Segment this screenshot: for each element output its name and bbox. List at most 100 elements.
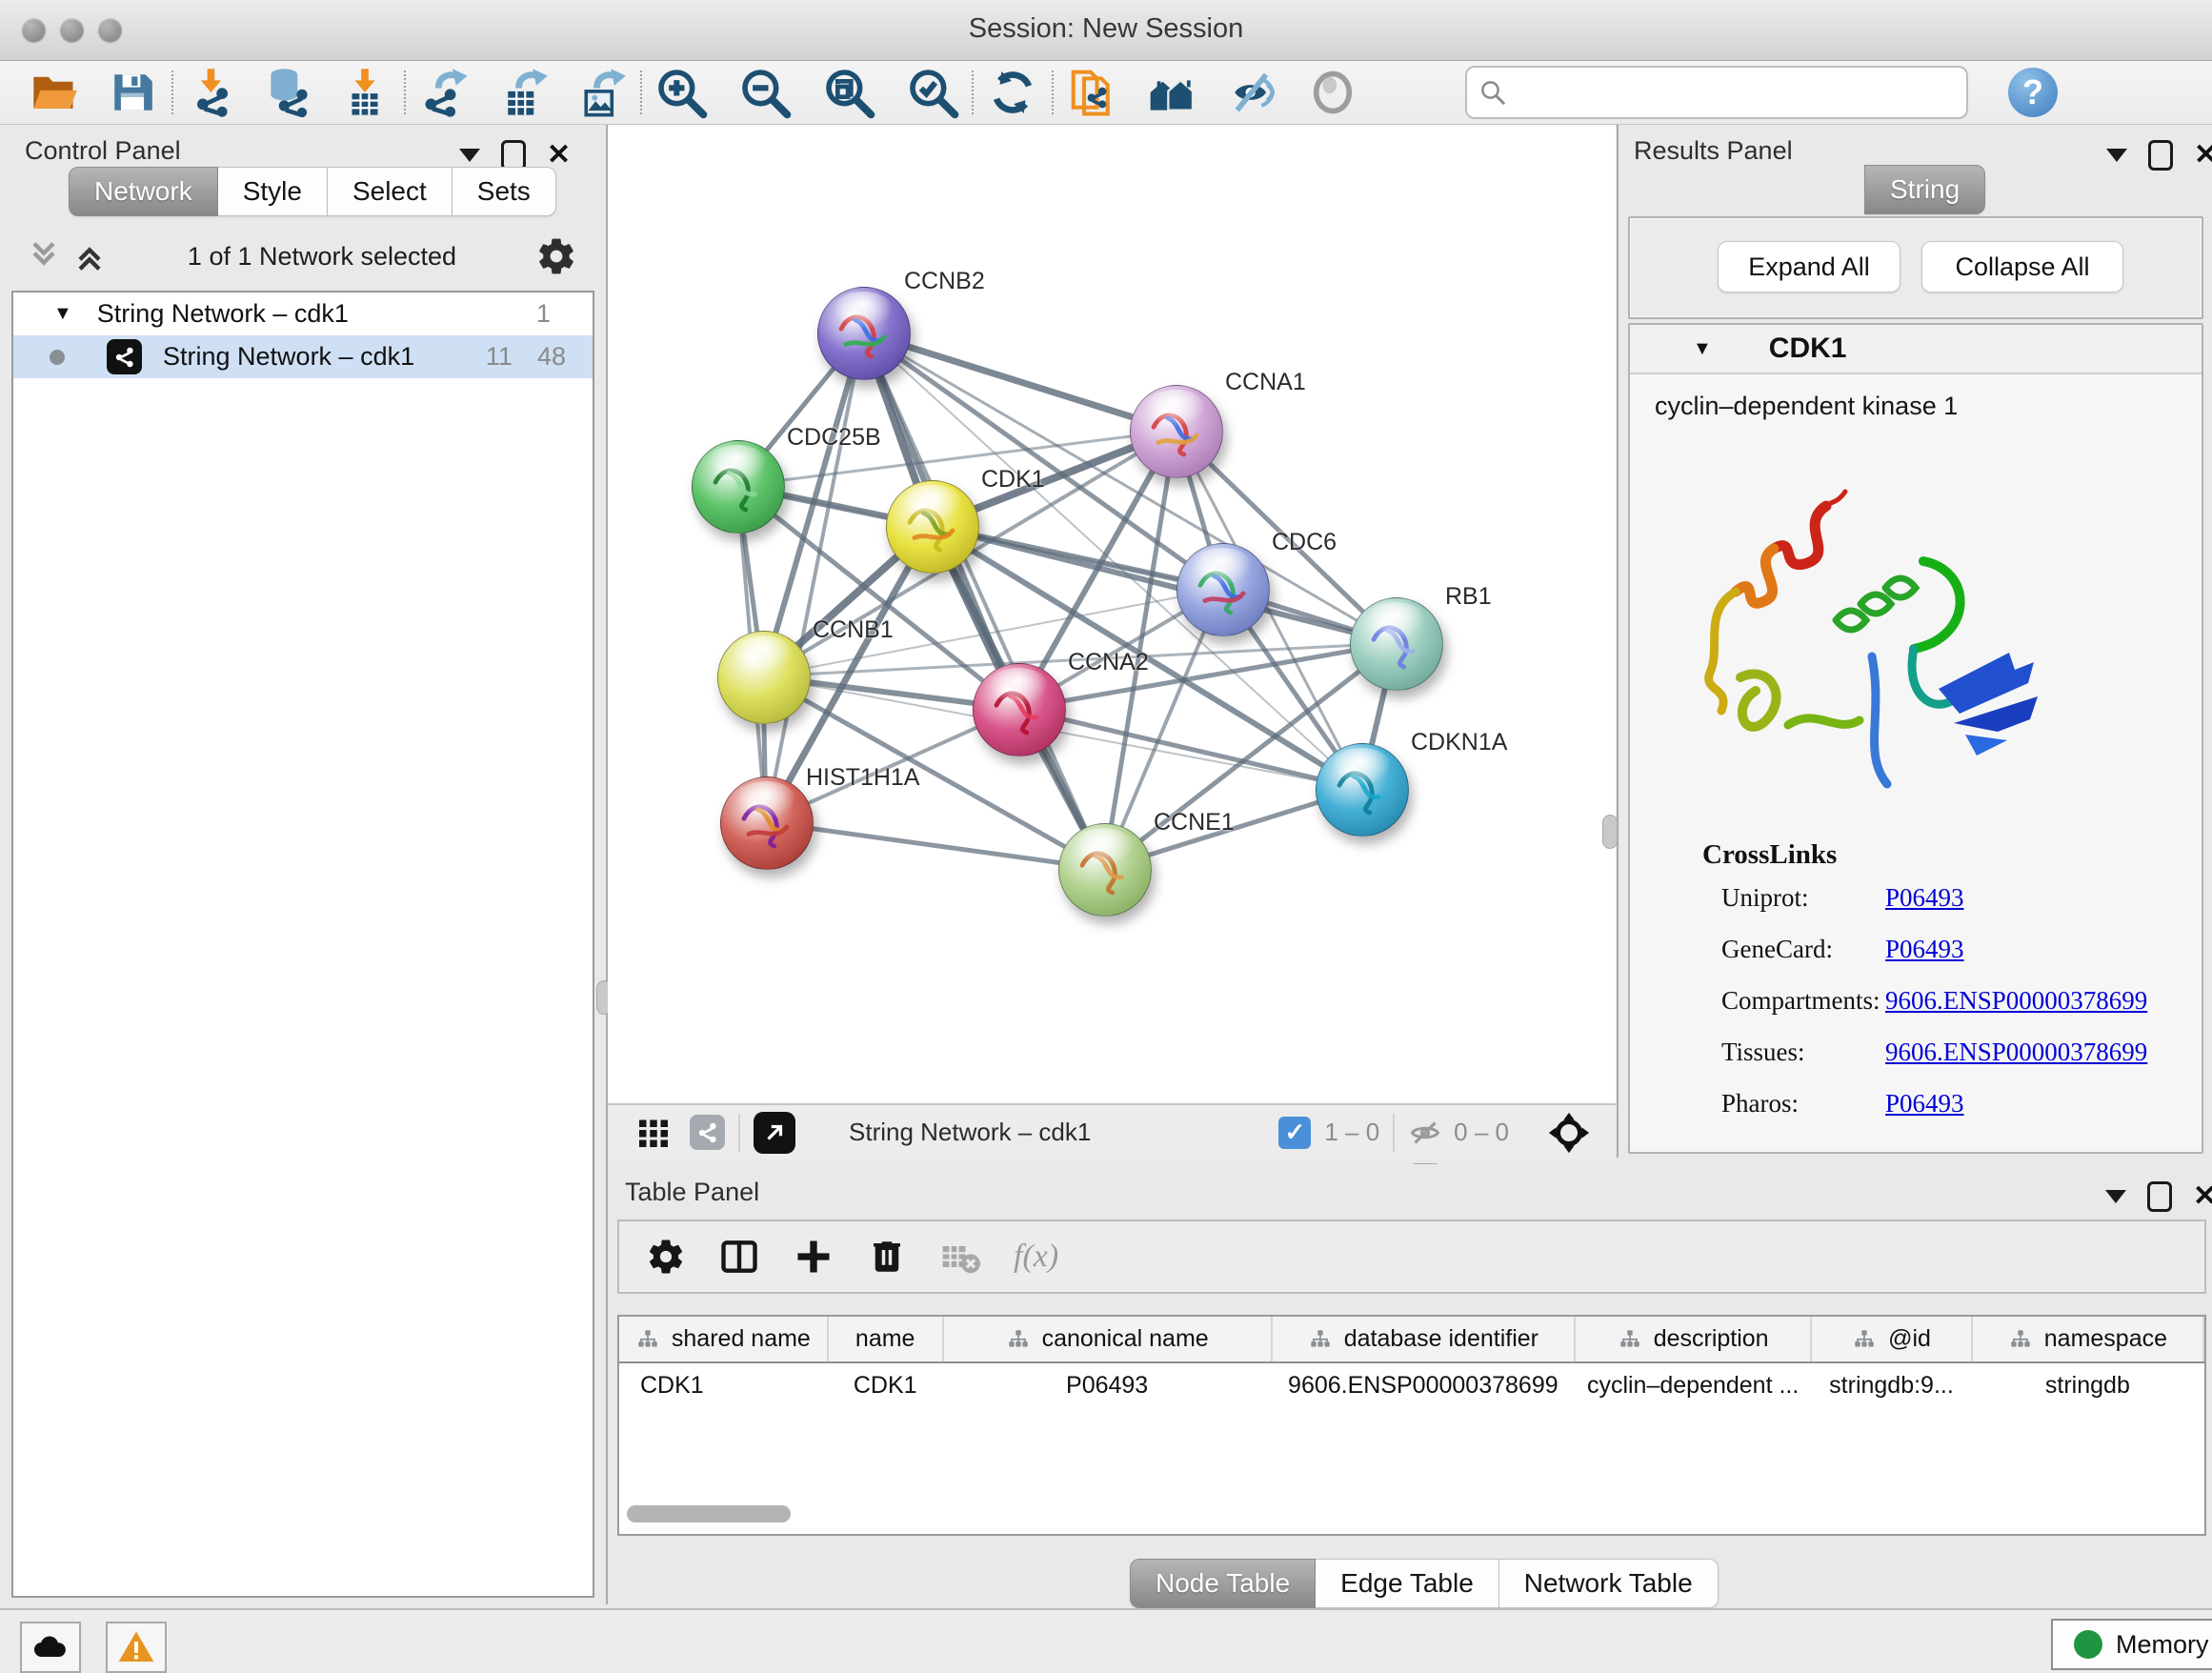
fit-selected-crosshair-icon[interactable] (1547, 1111, 1591, 1155)
control-panel-tabset: NetworkStyleSelectSets (69, 167, 556, 216)
crosslink-link[interactable]: P06493 (1885, 883, 1964, 912)
expand-all-button[interactable]: Expand All (1718, 241, 1900, 292)
zoom-out-icon[interactable] (737, 65, 793, 120)
network-from-clipboard-icon[interactable] (1065, 65, 1120, 120)
crosslink-link[interactable]: P06493 (1885, 1089, 1964, 1118)
panel-collapse-icon[interactable] (459, 149, 480, 162)
cell--id[interactable]: stringdb:9... (1811, 1362, 1972, 1407)
cloud-status-button[interactable] (20, 1622, 81, 1673)
column-header-name[interactable]: name (828, 1317, 943, 1362)
network-row-selected[interactable]: String Network – cdk1 11 48 (13, 335, 593, 378)
refresh-network-icon[interactable] (985, 65, 1040, 120)
tab-sets[interactable]: Sets (452, 167, 556, 216)
export-network-icon[interactable] (417, 65, 473, 120)
panel-close-icon[interactable]: ✕ (547, 141, 571, 170)
open-in-new-window-icon[interactable] (754, 1112, 795, 1154)
zoom-fit-content-icon[interactable] (821, 65, 876, 120)
warnings-button[interactable] (106, 1622, 167, 1673)
column-header-description[interactable]: description (1575, 1317, 1811, 1362)
collapse-all-button[interactable]: Collapse All (1921, 241, 2123, 292)
tree-expander-icon[interactable]: ▼ (53, 303, 72, 325)
panel-collapse-icon[interactable] (2106, 149, 2127, 162)
column-header-database-identifier[interactable]: database identifier (1272, 1317, 1575, 1362)
node-CCNB2[interactable] (817, 287, 911, 380)
search-input[interactable] (1465, 66, 1968, 119)
grid-view-icon[interactable] (636, 1116, 671, 1150)
network-collection-count: 1 (536, 299, 551, 329)
right-splitter-grip[interactable] (1602, 815, 1618, 849)
tab-network-table[interactable]: Network Table (1499, 1559, 1719, 1608)
network-options-gear-icon[interactable] (535, 235, 577, 277)
export-table-icon[interactable] (495, 65, 551, 120)
network-collection-label: String Network – cdk1 (97, 299, 349, 329)
column-namespace-icon (2008, 1327, 2033, 1352)
protein-thumbnail-icon (1177, 544, 1269, 635)
function-builder-icon: f(x) (1014, 1239, 1058, 1275)
cell-description[interactable]: cyclin–dependent ... (1575, 1362, 1811, 1407)
cell-database-identifier[interactable]: 9606.ENSP00000378699 (1272, 1362, 1575, 1407)
help-button[interactable]: ? (2008, 68, 2058, 117)
import-table-file-icon[interactable] (337, 65, 392, 120)
node-CCNA2[interactable] (973, 663, 1066, 756)
hide-selected-icon[interactable] (1225, 65, 1280, 120)
show-all-hidden-icon[interactable] (1305, 65, 1360, 120)
tab-select[interactable]: Select (328, 167, 452, 216)
cell-shared-name[interactable]: CDK1 (619, 1362, 828, 1407)
delete-column-icon[interactable] (867, 1237, 907, 1277)
column-header--id[interactable]: @id (1811, 1317, 1972, 1362)
cdk1-section-header[interactable]: ▼ CDK1 (1630, 325, 2202, 374)
panel-float-icon[interactable] (2148, 140, 2173, 171)
node-CDC25B[interactable] (692, 440, 785, 534)
horizontal-scrollbar-thumb[interactable] (627, 1505, 791, 1522)
collapse-all-icon[interactable] (25, 237, 63, 275)
memory-button[interactable]: Memory (2051, 1619, 2212, 1670)
selected-nodes-checkbox-icon[interactable]: ✓ (1278, 1117, 1311, 1149)
cell-canonical-name[interactable]: P06493 (943, 1362, 1272, 1407)
save-session-icon[interactable] (105, 65, 160, 120)
tab-style[interactable]: Style (218, 167, 328, 216)
zoom-in-icon[interactable] (654, 65, 709, 120)
node-CDC6[interactable] (1176, 543, 1270, 636)
expand-all-icon[interactable] (70, 237, 109, 275)
node-CDKN1A[interactable] (1316, 743, 1409, 836)
tab-string[interactable]: String (1864, 165, 1985, 214)
column-header-shared-name[interactable]: shared name (619, 1317, 828, 1362)
node-CCNA1[interactable] (1130, 385, 1223, 478)
crosslink-row-tissues: Tissues:9606.ENSP00000378699 (1721, 1038, 2147, 1067)
node-label-CDC6: CDC6 (1272, 529, 1337, 556)
network-canvas[interactable]: CCNB2CCNA1CDC25BCDK1CDC6RB1CCNB1CCNA2CDK… (608, 125, 1616, 1103)
string-home-icon[interactable] (1145, 65, 1200, 120)
crosslink-link[interactable]: 9606.ENSP00000378699 (1885, 986, 2147, 1015)
import-network-file-icon[interactable] (185, 65, 240, 120)
network-collection-row[interactable]: ▼ String Network – cdk1 1 (13, 292, 593, 335)
tab-edge-table[interactable]: Edge Table (1316, 1559, 1499, 1608)
zoom-selected-icon[interactable] (905, 65, 960, 120)
panel-close-icon[interactable]: ✕ (2194, 141, 2212, 170)
node-CDK1[interactable] (886, 480, 979, 574)
crosslink-link[interactable]: P06493 (1885, 935, 1964, 963)
tab-network[interactable]: Network (69, 167, 218, 216)
tab-node-table[interactable]: Node Table (1130, 1559, 1316, 1608)
open-session-icon[interactable] (27, 65, 82, 120)
node-RB1[interactable] (1350, 597, 1443, 691)
panel-collapse-icon[interactable] (2105, 1190, 2126, 1203)
status-bar: Memory (0, 1608, 2212, 1673)
panel-close-icon[interactable]: ✕ (2193, 1182, 2212, 1211)
import-network-database-icon[interactable] (261, 65, 316, 120)
column-namespace-icon (1308, 1327, 1333, 1352)
show-columns-icon[interactable] (718, 1236, 760, 1278)
export-image-icon[interactable] (573, 65, 629, 120)
add-column-icon[interactable] (793, 1236, 835, 1278)
section-expander-icon[interactable]: ▼ (1693, 338, 1712, 360)
crosslink-link[interactable]: 9606.ENSP00000378699 (1885, 1038, 2147, 1066)
network-view-type-icon[interactable] (690, 1115, 725, 1150)
cell-namespace[interactable]: stringdb (1972, 1362, 2203, 1407)
column-header-namespace[interactable]: namespace (1972, 1317, 2203, 1362)
node-CCNB1[interactable] (717, 631, 811, 724)
column-header-canonical-name[interactable]: canonical name (943, 1317, 1272, 1362)
table-options-gear-icon[interactable] (646, 1237, 686, 1277)
panel-float-icon[interactable] (2147, 1181, 2172, 1212)
cell-name[interactable]: CDK1 (828, 1362, 943, 1407)
node-CCNE1[interactable] (1058, 823, 1152, 917)
node-HIST1H1A[interactable] (720, 776, 814, 870)
